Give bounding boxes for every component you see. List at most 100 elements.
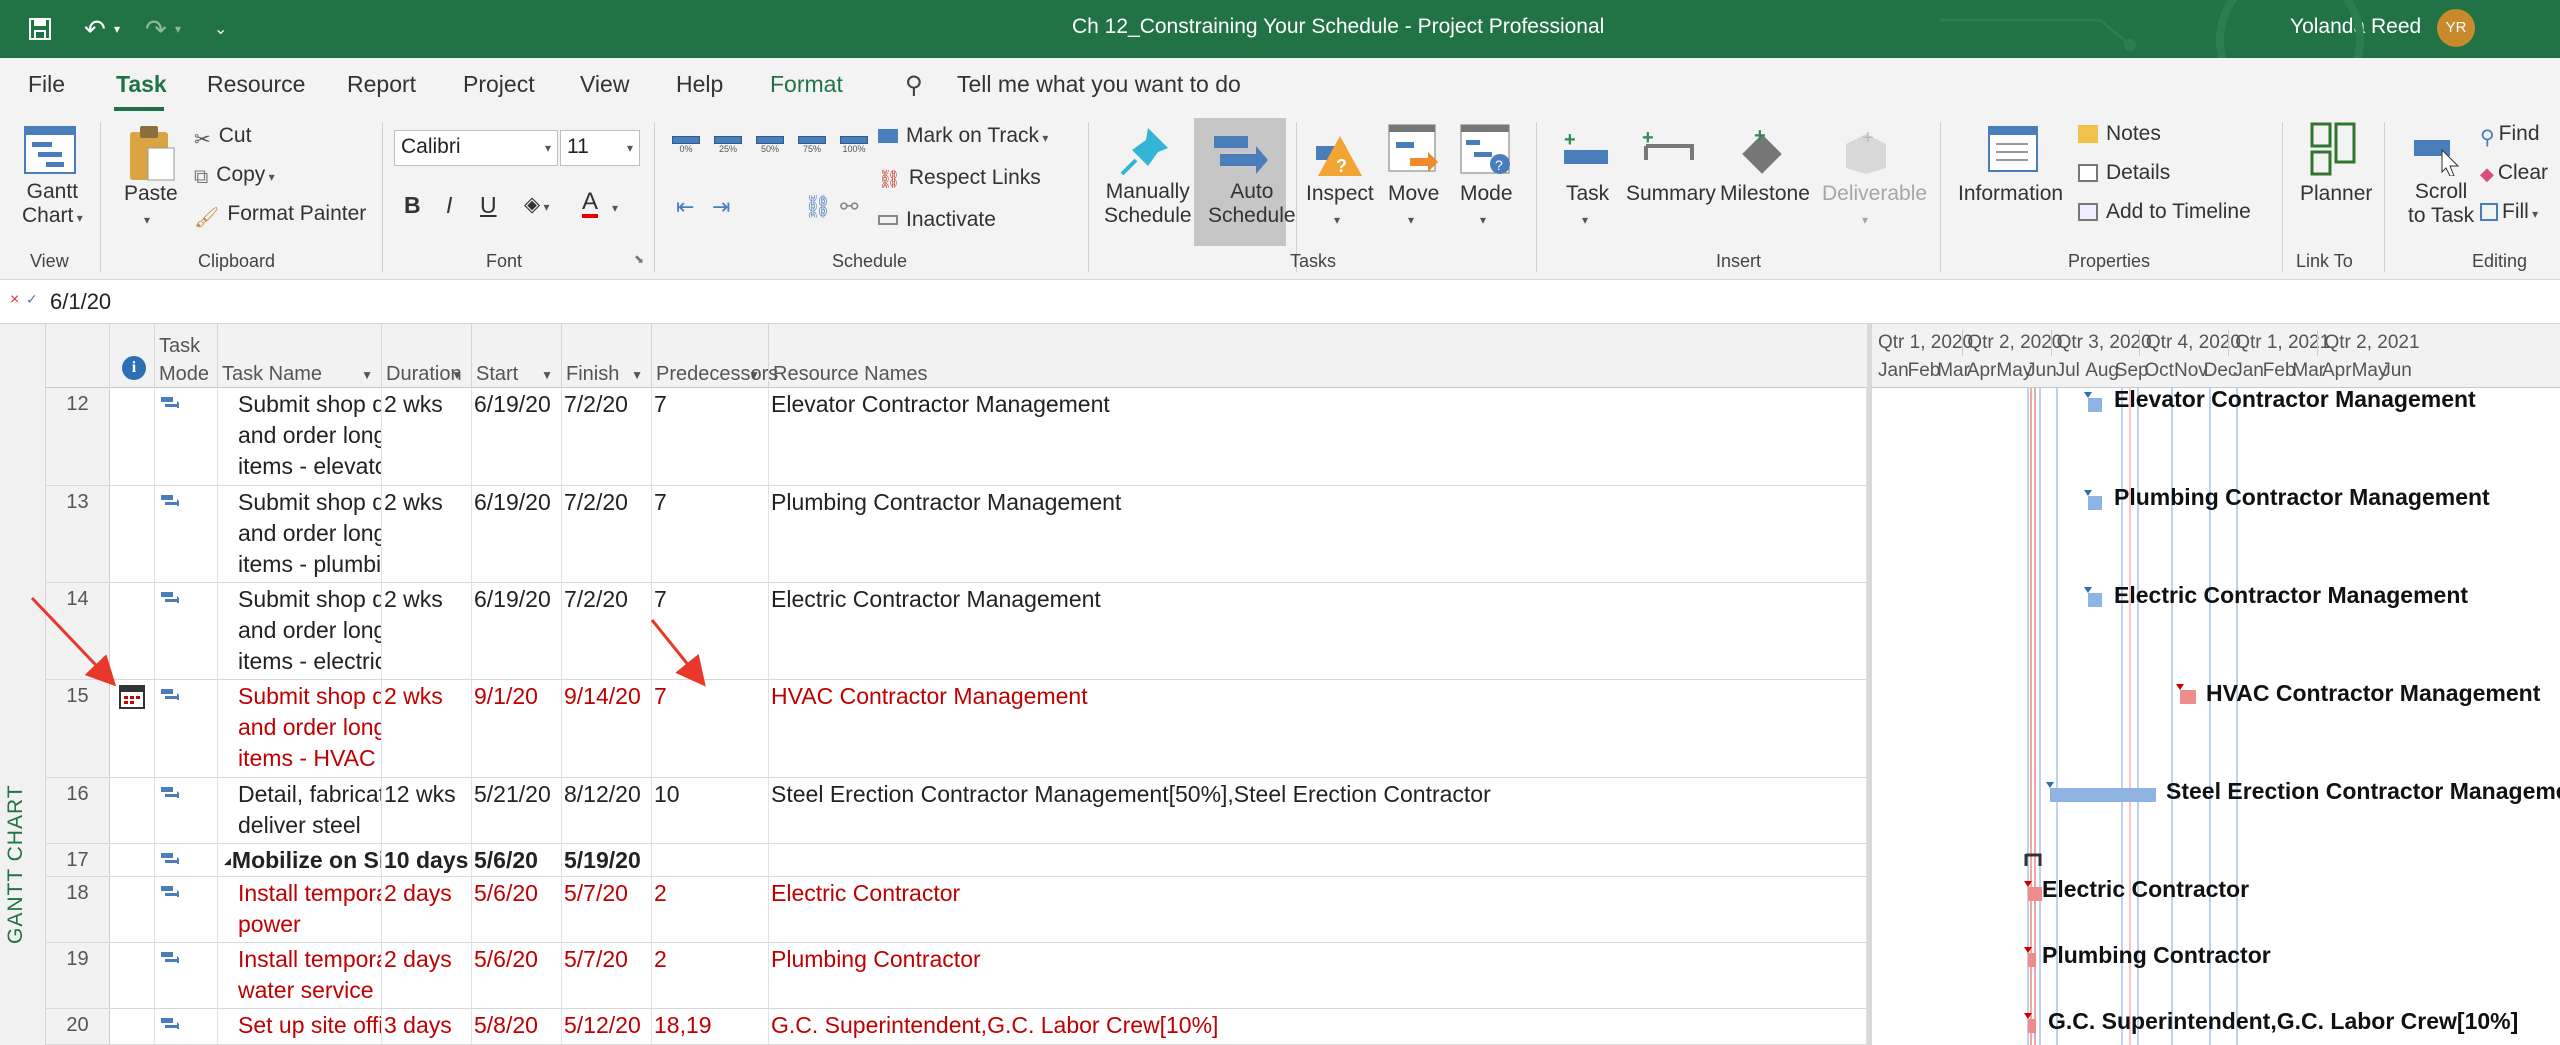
copy-button[interactable]: ⧉ Copy ▾ bbox=[194, 163, 275, 188]
group-font-label: Font bbox=[486, 251, 523, 271]
menu-project[interactable]: Project bbox=[463, 71, 535, 98]
outdent-icon[interactable]: ⇤ bbox=[676, 194, 694, 220]
task-button[interactable]: Task ▾ bbox=[1566, 182, 1609, 230]
cut-button[interactable]: ✂ Cut bbox=[194, 124, 251, 151]
find-button[interactable]: ⚲ Find bbox=[2480, 122, 2540, 149]
clear-button[interactable]: ◆ Clear bbox=[2480, 161, 2548, 185]
font-color-icon[interactable]: A bbox=[582, 190, 599, 218]
menu-task[interactable]: Task bbox=[116, 71, 167, 98]
planner-button[interactable]: Planner bbox=[2300, 182, 2372, 206]
timeline-icon bbox=[2078, 203, 2098, 222]
timescale-quarter: Qtr 3, 2020 bbox=[2056, 332, 2152, 353]
timescale-divider bbox=[2228, 330, 2230, 356]
resources-cell[interactable]: Electric Contractor bbox=[769, 877, 1867, 942]
group-view-label: View bbox=[30, 251, 69, 271]
font-family-select[interactable]: Calibri ▾ bbox=[394, 130, 558, 166]
entry-field[interactable]: 6/1/20 bbox=[50, 289, 111, 315]
respect-links-button[interactable]: ⛓ Respect Links bbox=[878, 166, 1041, 190]
menu-report[interactable]: Report bbox=[347, 71, 416, 98]
mode-button[interactable]: Mode ▾ bbox=[1460, 182, 1513, 230]
font-size-select[interactable]: 11 ▾ bbox=[560, 130, 640, 166]
scroll-to-task-button[interactable]: Scroll to Task bbox=[2408, 180, 2474, 228]
resources-cell[interactable]: Elevator Contractor Management bbox=[769, 388, 1867, 485]
undo-icon[interactable]: ↶ bbox=[84, 0, 106, 58]
gantt-bar-label: Plumbing Contractor bbox=[2042, 942, 2271, 968]
italic-button[interactable]: I bbox=[446, 192, 452, 219]
information-button[interactable]: Information bbox=[1958, 182, 2063, 206]
timescale-divider bbox=[2139, 330, 2141, 356]
gantt-chart-button[interactable]: Gantt Chart ▾ bbox=[22, 180, 83, 228]
entry-bar: × ✓ 6/1/20 bbox=[0, 280, 2560, 324]
accept-entry-icon[interactable]: ✓ bbox=[26, 291, 38, 308]
pct-25-button[interactable]: 25% bbox=[714, 136, 742, 154]
svg-text:+: + bbox=[1642, 127, 1654, 149]
eraser-icon: ◆ bbox=[2480, 164, 2494, 185]
resource-names-column-header[interactable]: Resource Names bbox=[769, 324, 1867, 388]
tell-me-input[interactable]: Tell me what you want to do bbox=[957, 71, 1241, 98]
details-button[interactable]: Details bbox=[2078, 161, 2170, 185]
resources-cell[interactable]: Steel Erection Contractor Management[50%… bbox=[769, 778, 1867, 843]
move-icon bbox=[1388, 124, 1438, 172]
svg-text:?: ? bbox=[1336, 156, 1347, 176]
svg-text:+: + bbox=[1862, 127, 1874, 149]
notes-button[interactable]: Notes bbox=[2078, 122, 2161, 146]
svg-text:?: ? bbox=[1495, 157, 1503, 173]
summary-button[interactable]: Summary bbox=[1626, 182, 1716, 206]
pct-75-button[interactable]: 75% bbox=[798, 136, 826, 154]
menu-help[interactable]: Help bbox=[676, 71, 723, 98]
milestone-button[interactable]: Milestone bbox=[1720, 182, 1810, 206]
link-tasks-icon[interactable]: ⛓ bbox=[804, 194, 832, 220]
customize-icon[interactable]: ⌄ bbox=[214, 0, 227, 58]
resources-cell[interactable]: G.C. Superintendent,G.C. Labor Crew[10%] bbox=[769, 1009, 1867, 1044]
manually-schedule-button[interactable]: Manually Schedule bbox=[1104, 180, 1192, 228]
menu-format[interactable]: Format bbox=[770, 71, 843, 98]
pct-0-button[interactable]: 0% bbox=[672, 136, 700, 154]
undo-dropdown-icon[interactable]: ▾ bbox=[114, 0, 120, 58]
active-tab-indicator bbox=[114, 107, 164, 111]
search-icon[interactable]: ⚲ bbox=[905, 71, 923, 100]
pct-100-button[interactable]: 100% bbox=[840, 136, 868, 154]
add-to-timeline-button[interactable]: Add to Timeline bbox=[2078, 200, 2251, 224]
resources-cell[interactable] bbox=[769, 844, 1867, 876]
fill-button[interactable]: Fill ▾ bbox=[2480, 200, 2538, 224]
inspect-button[interactable]: Inspect ▾ bbox=[1306, 182, 1374, 230]
format-painter-button[interactable]: 🖌 Format Painter bbox=[194, 202, 366, 229]
deliverable-icon: + bbox=[1846, 127, 1886, 174]
timescale-divider bbox=[2050, 330, 2052, 356]
group-properties-label: Properties bbox=[2068, 251, 2151, 271]
move-button[interactable]: Move ▾ bbox=[1388, 182, 1439, 230]
unlink-tasks-icon[interactable]: ⚯ bbox=[840, 194, 858, 220]
font-color-dropdown-icon[interactable]: ▾ bbox=[612, 194, 618, 218]
group-schedule-label: Schedule bbox=[832, 251, 908, 271]
font-dialog-launcher-icon[interactable]: ⬊ bbox=[634, 252, 644, 266]
auto-schedule-button[interactable]: Auto Schedule bbox=[1208, 180, 1296, 228]
menu-view[interactable]: View bbox=[580, 71, 629, 98]
gantt-bar-label: HVAC Contractor Management bbox=[2206, 680, 2541, 706]
resources-cell[interactable]: HVAC Contractor Management bbox=[769, 680, 1867, 777]
bold-button[interactable]: B bbox=[404, 192, 421, 219]
svg-text:+: + bbox=[1564, 129, 1576, 151]
paste-button[interactable]: Paste ▾ bbox=[124, 182, 178, 230]
deliverable-button[interactable]: Deliverable ▾ bbox=[1822, 182, 1927, 230]
save-icon[interactable] bbox=[28, 0, 52, 58]
resources-cell[interactable]: Plumbing Contractor Management bbox=[769, 486, 1867, 582]
annotation-arrows bbox=[30, 596, 706, 687]
fill-icon bbox=[2480, 203, 2498, 222]
cancel-entry-icon[interactable]: × bbox=[10, 291, 19, 309]
timescale[interactable]: Qtr 1, 2020 Qtr 2, 2020 Qtr 3, 2020 Qtr 4, … bbox=[1872, 324, 2560, 388]
gantt-bar bbox=[2050, 788, 2156, 802]
highlight-icon[interactable]: ◈ ▾ bbox=[524, 192, 550, 217]
menu-file[interactable]: File bbox=[28, 71, 65, 98]
redo-dropdown-icon[interactable]: ▾ bbox=[175, 0, 181, 58]
pct-50-button[interactable]: 50% bbox=[756, 136, 784, 154]
indent-icon[interactable]: ⇥ bbox=[712, 194, 730, 220]
menu-resource[interactable]: Resource bbox=[207, 71, 305, 98]
resources-cell[interactable]: Electric Contractor Management bbox=[769, 583, 1867, 679]
mark-on-track-button[interactable]: Mark on Track ▾ bbox=[878, 124, 1048, 148]
redo-icon[interactable]: ↷ bbox=[145, 0, 167, 58]
inactivate-button[interactable]: Inactivate bbox=[878, 208, 996, 232]
resources-cell[interactable]: Plumbing Contractor bbox=[769, 943, 1867, 1008]
timescale-month: Apr bbox=[1966, 360, 1997, 381]
underline-button[interactable]: U bbox=[480, 192, 497, 219]
gantt-chart-pane[interactable]: Qtr 1, 2020 Qtr 2, 2020 Qtr 3, 2020 Qtr 4, … bbox=[1872, 324, 2560, 1045]
